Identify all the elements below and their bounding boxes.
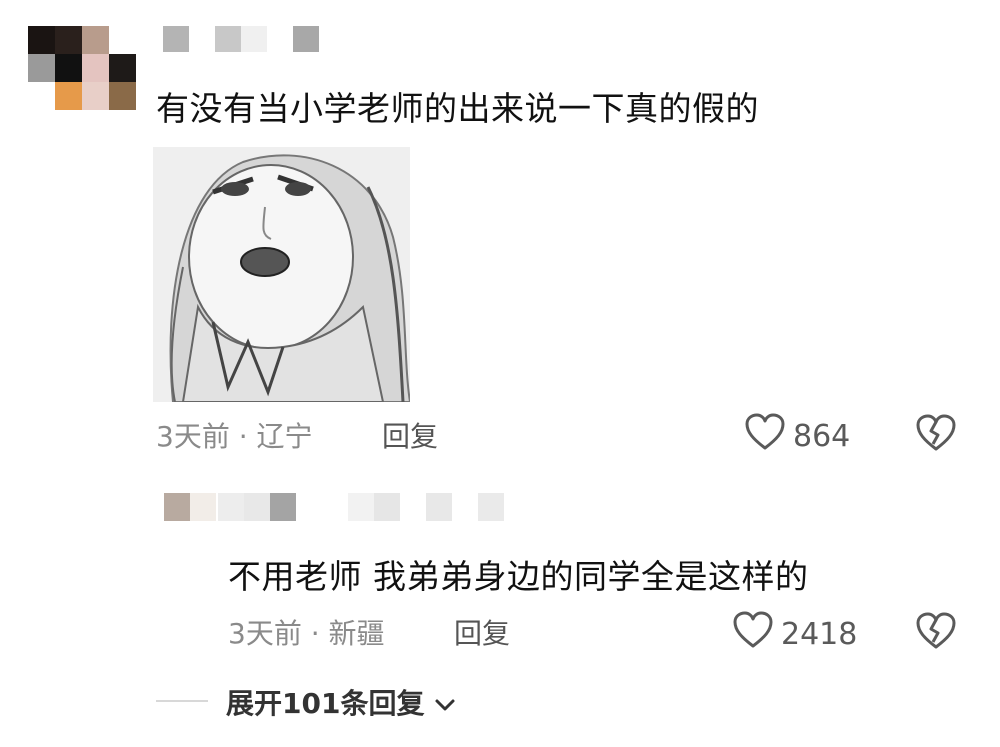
broken-heart-icon: [916, 414, 956, 456]
comment-meta: 3天前 · 辽宁: [156, 420, 313, 453]
divider-line: [156, 700, 208, 702]
reply-text: 不用老师 我弟弟身边的同学全是这样的: [228, 557, 809, 596]
dislike-button[interactable]: [916, 414, 956, 456]
expand-replies-button[interactable]: 展开101条回复: [226, 682, 456, 722]
broken-heart-icon: [916, 612, 956, 654]
avatar[interactable]: [28, 26, 136, 110]
reply-dislike-button[interactable]: [916, 612, 956, 654]
chevron-down-icon: [434, 686, 456, 719]
like-count: 864: [793, 418, 851, 454]
reply-avatar[interactable]: [164, 493, 216, 521]
comment-text: 有没有当小学老师的出来说一下真的假的: [156, 89, 759, 128]
expand-replies-label: 展开101条回复: [226, 687, 425, 720]
heart-outline-icon: [745, 413, 785, 459]
username-mosaic[interactable]: [163, 26, 319, 52]
reply-username-mosaic[interactable]: [218, 493, 504, 521]
like-count: 2418: [781, 616, 858, 652]
reply-button[interactable]: 回复: [382, 415, 438, 455]
like-button[interactable]: 864: [745, 413, 850, 459]
reply-reply-button[interactable]: 回复: [454, 612, 510, 652]
reply-like-button[interactable]: 2418: [733, 611, 857, 657]
heart-outline-icon: [733, 611, 773, 657]
comment-image[interactable]: [153, 147, 410, 402]
reply-meta: 3天前 · 新疆: [228, 617, 385, 650]
